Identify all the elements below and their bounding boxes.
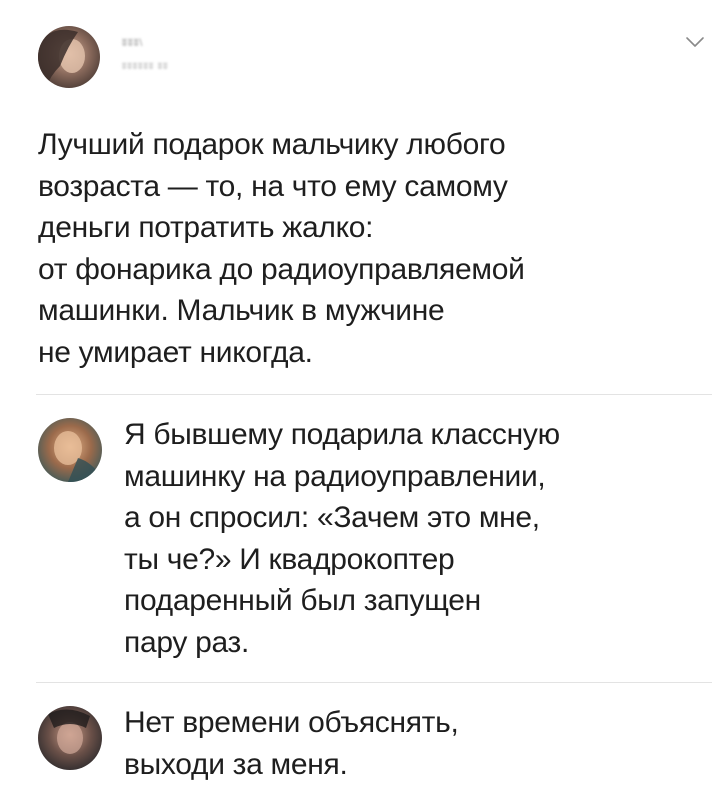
author-handle: ʬʬʬʬʬʬ ʬʬ bbox=[122, 61, 169, 71]
user-avatar-icon bbox=[38, 26, 100, 88]
reply-text: Нет времени объяснять, выходи за меня. bbox=[124, 706, 459, 781]
divider bbox=[36, 394, 712, 395]
reply-avatar[interactable] bbox=[38, 706, 102, 770]
user-avatar-icon bbox=[38, 706, 102, 770]
user-avatar-icon bbox=[38, 418, 102, 482]
divider bbox=[36, 682, 712, 683]
reply-avatar[interactable] bbox=[38, 418, 102, 482]
reply-text: Я бывшему подарила классную машинку на р… bbox=[124, 418, 560, 659]
author-name[interactable]: ʬʬʬ\ bbox=[122, 38, 143, 49]
author-avatar[interactable] bbox=[38, 26, 100, 88]
post-text: Лучший подарок мальчику любого возраста … bbox=[38, 128, 525, 369]
chevron-down-icon[interactable] bbox=[684, 34, 706, 50]
